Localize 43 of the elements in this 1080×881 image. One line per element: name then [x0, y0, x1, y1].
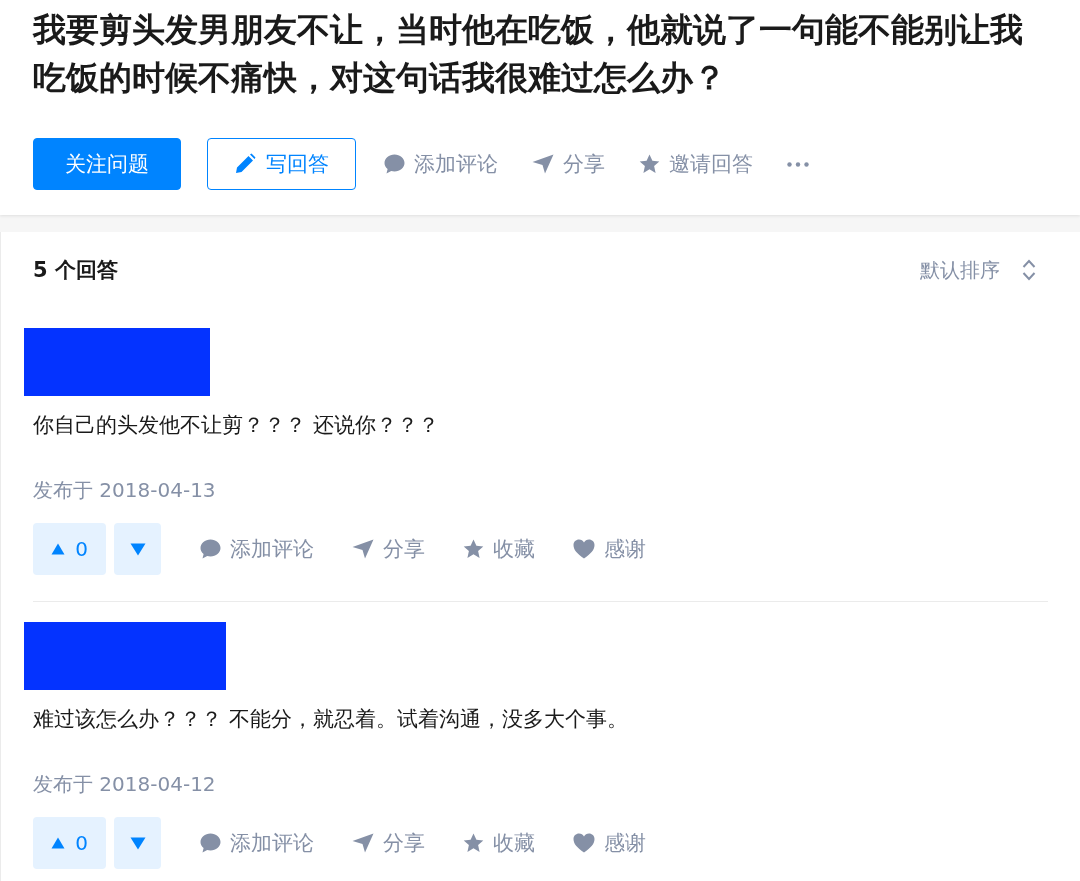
publish-date: 发布于 2018-04-12 — [33, 771, 217, 798]
triangle-up-icon — [51, 543, 66, 555]
more-button[interactable] — [787, 161, 809, 167]
speech-bubble-icon — [200, 539, 221, 559]
triangle-down-icon — [129, 542, 146, 556]
share-button[interactable]: 分享 — [352, 535, 425, 563]
answer-text: 你自己的头发他不让剪？？？ 还说你？？？ — [33, 412, 440, 439]
share-button[interactable]: 分享 — [532, 150, 605, 178]
paper-plane-icon — [532, 154, 554, 174]
invite-button[interactable]: 邀请回答 — [639, 150, 753, 178]
pencil-icon — [234, 153, 256, 175]
star-icon — [463, 833, 484, 853]
speech-bubble-icon — [200, 833, 221, 853]
thank-button[interactable]: 感谢 — [573, 535, 646, 563]
heart-icon — [573, 833, 595, 853]
answer-count: 5 个回答 — [33, 257, 118, 284]
upvote-button[interactable]: 0 — [33, 817, 106, 869]
comment-button[interactable]: 添加评论 — [200, 535, 314, 563]
comment-button[interactable]: 添加评论 — [200, 829, 314, 857]
paper-plane-icon — [352, 833, 374, 853]
share-button[interactable]: 分享 — [352, 829, 425, 857]
write-answer-button[interactable]: 写回答 — [207, 138, 356, 190]
publish-date: 发布于 2018-04-13 — [33, 477, 217, 504]
speech-bubble-icon — [384, 154, 405, 174]
collect-button[interactable]: 收藏 — [463, 829, 535, 857]
sort-icon — [1022, 259, 1036, 281]
sort-button[interactable]: 默认排序 — [920, 256, 1036, 284]
upvote-button[interactable]: 0 — [33, 523, 106, 575]
thank-button[interactable]: 感谢 — [573, 829, 646, 857]
collect-button[interactable]: 收藏 — [463, 535, 535, 563]
follow-button[interactable]: 关注问题 — [33, 138, 181, 190]
triangle-up-icon — [51, 837, 66, 849]
question-title: 我要剪头发男朋友不让，当时他在吃饭，他就说了一句能不能别让我吃饭的时候不痛快，对这句话我很难过怎么办？ — [33, 9, 1024, 99]
answer-text: 难过该怎么办？？？ 不能分，就忍着。试着沟通，没多大个事。 — [33, 706, 629, 733]
more-icon — [787, 161, 809, 167]
star-icon — [639, 154, 660, 174]
downvote-button[interactable] — [114, 523, 161, 575]
triangle-down-icon — [129, 836, 146, 850]
comment-button[interactable]: 添加评论 — [384, 150, 498, 178]
downvote-button[interactable] — [114, 817, 161, 869]
paper-plane-icon — [352, 539, 374, 559]
heart-icon — [573, 539, 595, 559]
star-icon — [463, 539, 484, 559]
